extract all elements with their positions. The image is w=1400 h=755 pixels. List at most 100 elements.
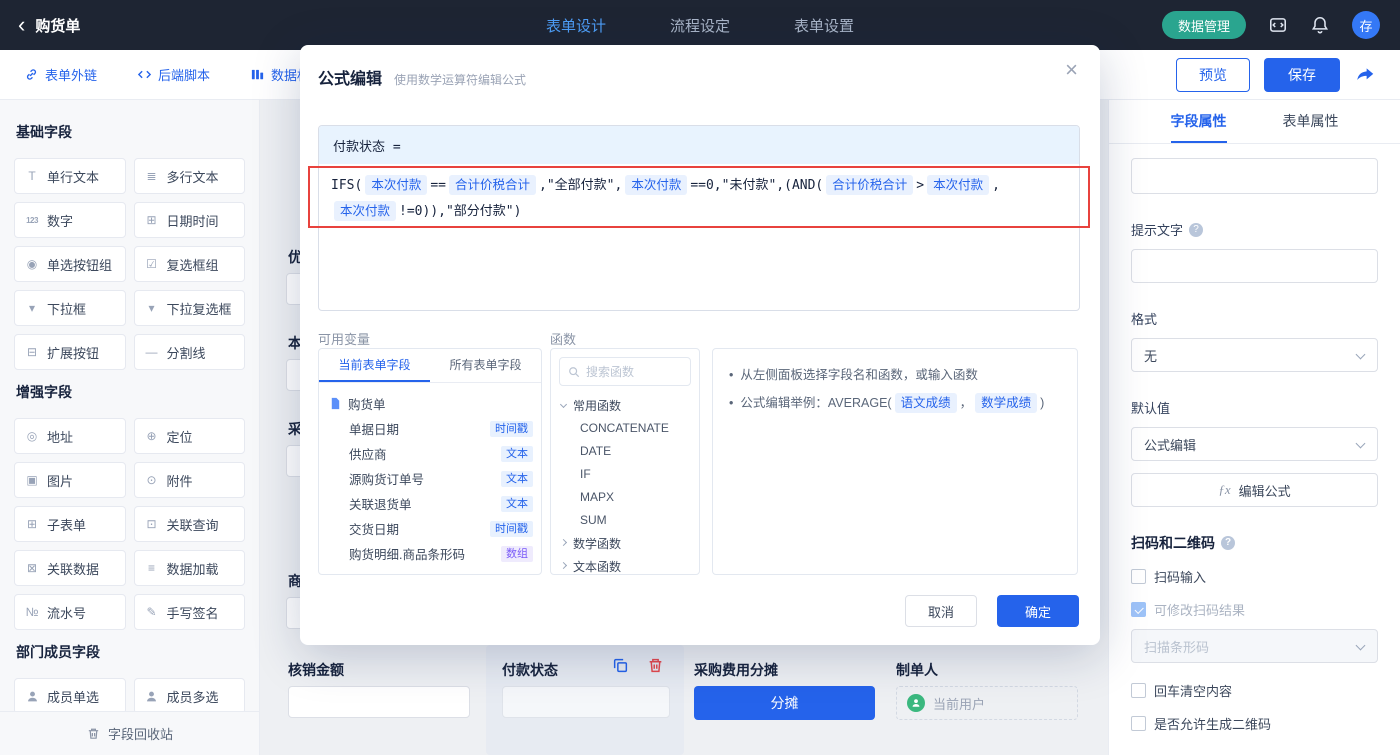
formula-field-chip[interactable]: 本次付款: [365, 175, 428, 195]
function-item[interactable]: IF: [561, 463, 689, 486]
tab-all-form-fields[interactable]: 所有表单字段: [430, 349, 541, 382]
sidebar-field-multi-line-text[interactable]: ≣ 多行文本: [133, 158, 245, 194]
group-text-functions[interactable]: 文本函数: [559, 555, 689, 574]
formula-field-chip[interactable]: 本次付款: [334, 201, 397, 221]
user-badge-icon: [907, 694, 925, 712]
default-value-select[interactable]: 公式编辑: [1131, 427, 1378, 461]
formula-field-chip[interactable]: 本次付款: [625, 175, 688, 195]
notification-bell-icon[interactable]: [1310, 15, 1330, 35]
checkbox-modify-scan-result[interactable]: 可修改扫码结果: [1131, 600, 1378, 619]
payment-status-input[interactable]: [502, 686, 670, 718]
sidebar-field-select[interactable]: ▾ 下拉框: [14, 290, 126, 326]
sidebar-field-data-load[interactable]: ≡ 数据加载: [133, 550, 245, 586]
sidebar-field-checkbox-group[interactable]: ☑ 复选框组: [133, 246, 245, 282]
formula-editor[interactable]: IFS(本次付款 == 合计价税合计 ,"全部付款", 本次付款 ==0,"未付款",(A…: [319, 164, 1079, 234]
sidebar-field-number[interactable]: 123 数字: [14, 202, 126, 238]
save-button[interactable]: 保存: [1264, 57, 1340, 92]
group-label: 数学函数: [573, 537, 622, 551]
sidebar-field-signature[interactable]: ✎ 手写签名: [133, 594, 245, 630]
share-icon[interactable]: [1354, 64, 1376, 86]
app-icon[interactable]: [1268, 15, 1288, 35]
sidebar-field-radio-group[interactable]: ◉ 单选按钮组: [14, 246, 126, 282]
help-question-icon[interactable]: ?: [1189, 222, 1204, 237]
section-member-fields: 部门成员字段: [16, 644, 100, 660]
sidebar-field-location[interactable]: ⊕ 定位: [133, 418, 245, 454]
help-question-icon[interactable]: ?: [1221, 536, 1235, 550]
checkbox-enter-clear[interactable]: 回车清空内容: [1131, 681, 1378, 700]
preview-button[interactable]: 预览: [1176, 57, 1250, 92]
sidebar-field-address[interactable]: ◎ 地址: [14, 418, 126, 454]
creator-current-user-field[interactable]: 当前用户: [896, 686, 1078, 720]
scan-mode-select[interactable]: 扫描条形码: [1131, 629, 1378, 663]
selected-field-payment-status[interactable]: 付款状态: [486, 645, 684, 755]
trash-icon[interactable]: [647, 657, 664, 674]
checkbox-box: [1131, 716, 1146, 731]
function-search-input[interactable]: [586, 364, 676, 379]
form-external-link-button[interactable]: 表单外链: [24, 65, 97, 84]
backend-script-button[interactable]: 后端脚本: [137, 65, 210, 84]
field-title-input[interactable]: [1131, 158, 1378, 194]
close-icon[interactable]: ×: [1065, 59, 1078, 81]
formula-text: >: [916, 178, 925, 193]
formula-field-chip[interactable]: 合计价税合计: [826, 175, 914, 195]
sidebar-field-single-line-text[interactable]: T 单行文本: [14, 158, 126, 194]
confirm-button[interactable]: 确定: [997, 595, 1079, 627]
variable-item[interactable]: 供应商 文本: [329, 441, 533, 466]
help-example-prefix: 公式编辑举例：AVERAGE(: [740, 396, 892, 410]
serial-number-icon: №: [25, 605, 39, 619]
sidebar-field-extend-button[interactable]: ⊟ 扩展按钮: [14, 334, 126, 370]
group-math-functions[interactable]: 数学函数: [559, 532, 689, 555]
sidebar-field-link-query[interactable]: ⊡ 关联查询: [133, 506, 245, 542]
back-icon[interactable]: ‹: [18, 14, 25, 36]
split-button[interactable]: 分摊: [694, 686, 875, 720]
modal-subtitle: 使用数学运算符编辑公式: [394, 73, 527, 87]
sidebar-field-link-data[interactable]: ⊠ 关联数据: [14, 550, 126, 586]
topbar-left: ‹ 购货单: [0, 14, 260, 36]
sidebar-field-subform[interactable]: ⊞ 子表单: [14, 506, 126, 542]
sidebar-field-member-single[interactable]: 成员单选: [14, 678, 126, 714]
tab-form-properties[interactable]: 表单属性: [1283, 100, 1339, 143]
hint-text-input[interactable]: [1131, 249, 1378, 283]
data-manage-button[interactable]: 数据管理: [1161, 11, 1246, 39]
field-recycle-bin[interactable]: 字段回收站: [0, 711, 259, 755]
variable-item[interactable]: 关联退货单 文本: [329, 491, 533, 516]
sidebar-field-image[interactable]: ▣ 图片: [14, 462, 126, 498]
tab-form-setting[interactable]: 表单设置: [794, 15, 854, 36]
cancel-button[interactable]: 取消: [905, 595, 977, 627]
tab-field-properties[interactable]: 字段属性: [1170, 100, 1227, 143]
sidebar-field-attachment[interactable]: ⊙ 附件: [133, 462, 245, 498]
form-node[interactable]: 购货单: [329, 391, 533, 416]
checkbox-scan-input[interactable]: 扫码输入: [1131, 567, 1378, 586]
function-item[interactable]: CONCATENATE: [561, 417, 689, 440]
user-avatar[interactable]: 存: [1352, 11, 1380, 39]
writeoff-amount-input[interactable]: [288, 686, 470, 718]
function-item[interactable]: MAPX: [561, 486, 689, 509]
sidebar-field-serial-number[interactable]: № 流水号: [14, 594, 126, 630]
checkbox-allow-qrcode[interactable]: 是否允许生成二维码: [1131, 714, 1378, 733]
variable-item[interactable]: 交货日期 时间戳: [329, 516, 533, 541]
sidebar-field-divider[interactable]: — 分割线: [133, 334, 245, 370]
edit-formula-button[interactable]: ƒx 编辑公式: [1131, 473, 1378, 507]
checkbox-label: 扫码输入: [1154, 570, 1207, 585]
calendar-icon: ⊞: [146, 213, 157, 227]
formula-field-chip[interactable]: 合计价税合计: [448, 175, 536, 195]
format-select[interactable]: 无: [1131, 338, 1378, 372]
search-icon: [568, 366, 580, 378]
sidebar-field-member-multi[interactable]: 成员多选: [133, 678, 245, 714]
formula-edit-modal: 公式编辑 使用数学运算符编辑公式 × 付款状态 = IFS(本次付款 == 合计价税…: [300, 45, 1100, 645]
variable-item[interactable]: 单据日期 时间戳: [329, 416, 533, 441]
group-common-functions[interactable]: 常用函数: [559, 394, 689, 417]
function-item[interactable]: SUM: [561, 509, 689, 532]
tab-form-design[interactable]: 表单设计: [546, 15, 606, 36]
function-search-box[interactable]: [559, 357, 691, 386]
tab-flow-setting[interactable]: 流程设定: [670, 15, 730, 36]
formula-field-chip[interactable]: 本次付款: [927, 175, 990, 195]
sidebar-field-datetime[interactable]: ⊞ 日期时间: [133, 202, 245, 238]
copy-icon[interactable]: [612, 657, 629, 674]
variable-item[interactable]: 购货明细.商品条形码 数组: [329, 541, 533, 566]
function-item[interactable]: DATE: [561, 440, 689, 463]
sidebar-field-multi-select[interactable]: ▾ 下拉复选框: [133, 290, 245, 326]
chevron-down-icon: [1355, 640, 1366, 651]
variable-item[interactable]: 源购货订单号 文本: [329, 466, 533, 491]
tab-current-form-fields[interactable]: 当前表单字段: [319, 349, 430, 382]
